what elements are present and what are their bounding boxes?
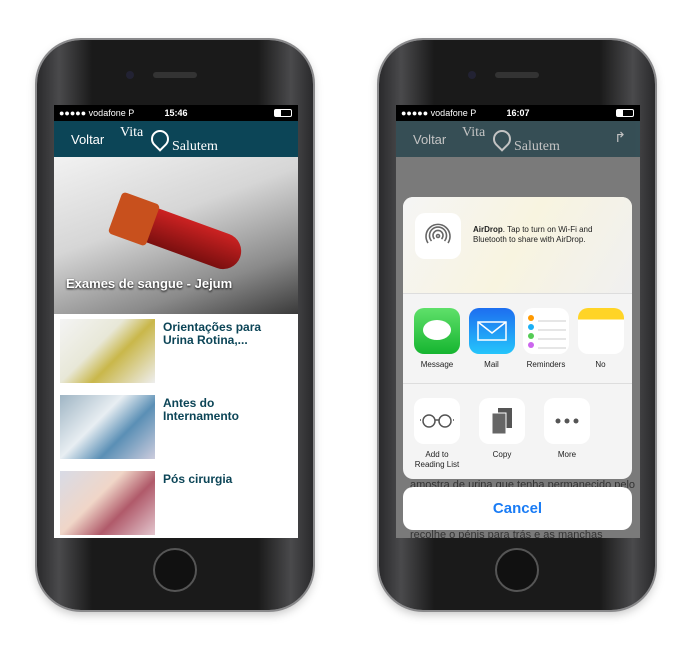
reminders-icon (523, 308, 569, 354)
home-button[interactable] (495, 548, 539, 592)
battery-icon (616, 109, 634, 117)
share-message[interactable]: Message (414, 308, 469, 383)
item-title: Antes do Internamento (163, 396, 240, 423)
urine-thumbnail (60, 319, 155, 383)
airdrop-icon (415, 213, 461, 259)
app-label: Reminders (526, 360, 566, 369)
surgery-thumbnail (60, 471, 155, 535)
app-label: No (595, 360, 606, 369)
logo-top: Vita (462, 125, 486, 140)
list-item[interactable]: Antes do Internamento (54, 390, 298, 466)
speaker (495, 72, 539, 78)
phone-left: ●●●●● vodafone P 15:46 Voltar Vita Salut… (37, 40, 313, 610)
battery-icon (274, 109, 292, 117)
camera (126, 71, 134, 79)
back-button[interactable]: Voltar (413, 132, 446, 147)
screen-left: ●●●●● vodafone P 15:46 Voltar Vita Salut… (54, 105, 298, 538)
home-button[interactable] (153, 548, 197, 592)
action-label: Copy (492, 450, 512, 459)
cancel-button[interactable]: Cancel (403, 487, 632, 530)
apps-row: Message Mail Reminders No (403, 293, 632, 383)
share-sheet: AirDrop. Tap to turn on Wi-Fi and Blueto… (403, 197, 632, 479)
speaker (153, 72, 197, 78)
list-item[interactable]: Pós cirurgia (54, 466, 298, 538)
more-icon (544, 398, 590, 444)
app-label: Mail (484, 360, 499, 369)
logo-bottom: Salutem (172, 139, 218, 154)
notes-icon (577, 308, 624, 354)
logo-bottom: Salutem (514, 139, 560, 154)
share-notes[interactable]: No (577, 308, 633, 383)
background-text: recolhe o pénis para trás e as manchas (410, 529, 603, 538)
message-icon (414, 308, 460, 354)
status-bar: ●●●●● vodafone P 16:07 (396, 105, 640, 121)
airdrop-title: AirDrop (473, 225, 503, 234)
app-label: Message (420, 360, 454, 369)
screen-right: ●●●●● vodafone P 16:07 Voltar Vita Salut… (396, 105, 640, 538)
item-title: Orientações para Urina Rotina,... (163, 320, 262, 347)
status-bar: ●●●●● vodafone P 15:46 (54, 105, 298, 121)
hero-title: Exames de sangue - Jejum (66, 276, 233, 291)
action-label: Add to Reading List (414, 450, 460, 469)
mail-icon (468, 308, 515, 354)
share-icon[interactable]: ↱ (614, 129, 626, 146)
action-more[interactable]: More (544, 398, 609, 473)
location-pin-icon (147, 126, 173, 152)
clock: 16:07 (506, 108, 530, 118)
action-label: More (557, 450, 577, 459)
hospital-thumbnail (60, 395, 155, 459)
nav-bar: Voltar Vita Salutem ↱ (396, 121, 640, 157)
share-mail[interactable]: Mail (468, 308, 524, 383)
phone-right: ●●●●● vodafone P 16:07 Voltar Vita Salut… (379, 40, 655, 610)
copy-icon (479, 398, 525, 444)
actions-row: Add to Reading List Copy More (403, 383, 632, 473)
list-item[interactable]: Orientações para Urina Rotina,... (54, 314, 298, 390)
airdrop-section[interactable]: AirDrop. Tap to turn on Wi-Fi and Blueto… (403, 197, 632, 293)
share-reminders[interactable]: Reminders (523, 308, 578, 383)
location-pin-icon (489, 126, 515, 152)
airdrop-text: AirDrop. Tap to turn on Wi-Fi and Blueto… (473, 225, 620, 277)
nav-bar: Voltar Vita Salutem (54, 121, 298, 157)
hero-card[interactable]: Exames de sangue - Jejum (54, 157, 298, 314)
glasses-icon (414, 398, 460, 444)
logo-top: Vita (120, 125, 144, 140)
camera (468, 71, 476, 79)
clock: 15:46 (164, 108, 188, 118)
action-copy[interactable]: Copy (479, 398, 544, 473)
back-button[interactable]: Voltar (71, 132, 104, 147)
action-reading-list[interactable]: Add to Reading List (414, 398, 479, 473)
item-title: Pós cirurgia (163, 472, 233, 486)
